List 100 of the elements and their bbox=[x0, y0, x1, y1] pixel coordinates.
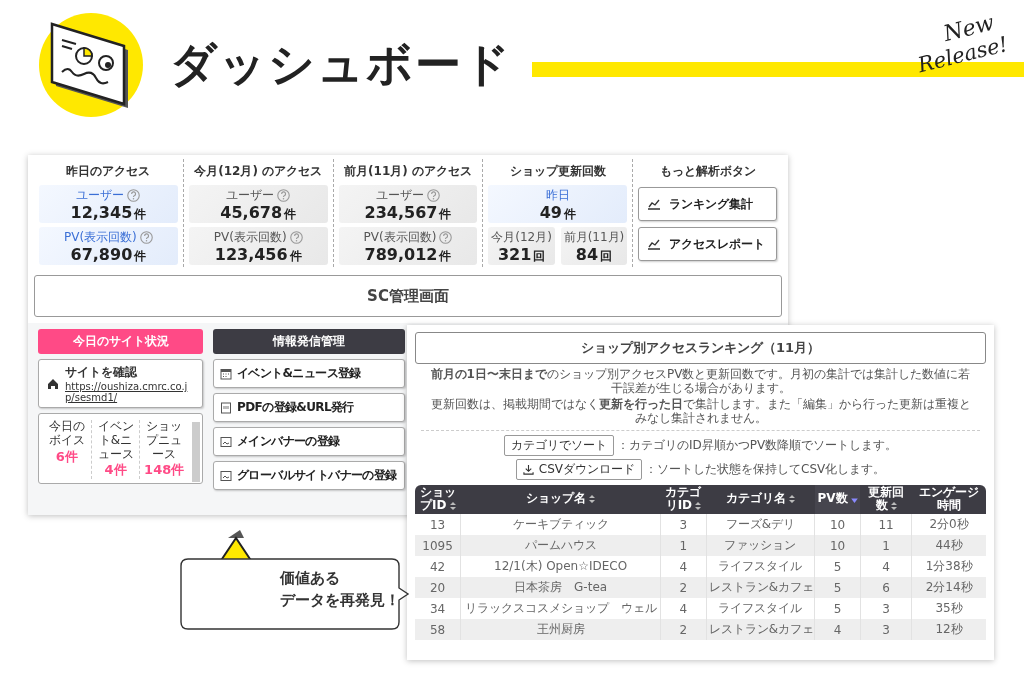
help-icon[interactable] bbox=[127, 188, 141, 202]
count-value: 4件 bbox=[104, 461, 127, 480]
table-cell: パームハウス bbox=[460, 535, 661, 557]
document-icon bbox=[220, 401, 232, 414]
table-cell: 日本茶房 G-tea bbox=[460, 577, 661, 599]
stat-value: 84 回 bbox=[575, 245, 613, 264]
download-icon bbox=[522, 463, 534, 475]
callout-text: データを再発見！ bbox=[280, 589, 400, 611]
menu-button[interactable]: イベント&ニュース登録 bbox=[213, 359, 405, 388]
action-button[interactable]: カテゴリでソート bbox=[503, 434, 614, 456]
table-cell: リラックスコスメショップ ウェル bbox=[460, 598, 661, 620]
help-icon[interactable] bbox=[277, 188, 291, 202]
table-cell: 4 bbox=[660, 598, 707, 620]
table-cell: ケーキブティック bbox=[460, 514, 661, 536]
count-label: イベント&ニュース bbox=[96, 420, 135, 462]
stat-value: 67,890件 bbox=[70, 245, 147, 264]
table-cell: 2分14秒 bbox=[911, 577, 986, 599]
section-header: 今日のサイト状況 bbox=[38, 329, 203, 354]
sort-icon bbox=[695, 500, 702, 511]
section-header: 情報発信管理 bbox=[213, 329, 405, 354]
table-cell: 3 bbox=[860, 619, 912, 641]
table-cell: 2分0秒 bbox=[911, 514, 986, 536]
table-cell: 1 bbox=[860, 535, 912, 557]
column-header[interactable]: ショップID bbox=[415, 484, 461, 515]
sort-icon bbox=[890, 500, 897, 511]
stat-heading: 昨日のアクセス bbox=[66, 163, 151, 180]
column-header[interactable]: エンゲージ時間 bbox=[911, 484, 986, 515]
table-cell: 4 bbox=[660, 556, 707, 578]
note-text: 更新回数は、掲載期間ではなく更新を行った日で集計します。また「編集」から行った更新は重複とみなし集計されません。 bbox=[429, 396, 972, 426]
stat-label: PV(表示回数) bbox=[213, 228, 287, 246]
table-cell: ライフスタイル bbox=[706, 598, 815, 620]
stat-label: ユーザー bbox=[376, 186, 424, 204]
stat-value: 49 件 bbox=[539, 203, 576, 222]
stat-label: ユーザー bbox=[76, 186, 125, 204]
table-cell: 5 bbox=[814, 556, 861, 578]
table-cell: 20 bbox=[415, 577, 461, 599]
chart-icon bbox=[647, 238, 662, 250]
column-header[interactable]: ショップ名 bbox=[460, 484, 661, 515]
stat-label: 今月(12月) bbox=[491, 228, 552, 246]
action-description: ：ソートした状態を保持してCSV化します。 bbox=[645, 460, 886, 478]
table-cell: 12秒 bbox=[911, 619, 986, 641]
stat-value: 12,345件 bbox=[70, 203, 147, 222]
stat-heading: もっと解析ボタン bbox=[659, 163, 756, 180]
stat-heading: ショップ更新回数 bbox=[509, 163, 606, 180]
table-cell: 1分38秒 bbox=[911, 556, 986, 578]
image-icon bbox=[220, 435, 232, 448]
stat-value: 45,678 件 bbox=[220, 203, 297, 222]
stat-label: 昨日 bbox=[545, 186, 570, 204]
home-icon bbox=[47, 377, 59, 390]
stat-label: ユーザー bbox=[226, 186, 275, 204]
note-text: 前月の1日〜末日までのショップ別アクセスPV数と更新回数です。月初の集計では集計した数値に若干誤差が生じる場合があります。 bbox=[429, 367, 972, 396]
table-cell: 10 bbox=[814, 514, 861, 536]
calendar-icon bbox=[220, 367, 232, 380]
table-cell: 13 bbox=[415, 514, 461, 536]
page-title: ダッシュボード bbox=[170, 36, 512, 93]
table-cell: 3 bbox=[860, 598, 912, 620]
table-cell: ファッション bbox=[706, 535, 815, 557]
table-cell: ライフスタイル bbox=[706, 556, 815, 578]
stat-value: 789,012 件 bbox=[364, 245, 452, 264]
help-icon[interactable] bbox=[427, 188, 440, 202]
table-cell: 6 bbox=[860, 577, 912, 599]
sort-icon bbox=[449, 500, 456, 511]
table-cell: 2 bbox=[660, 577, 707, 599]
callout-text: 価値ある bbox=[280, 568, 341, 589]
menu-button[interactable]: メインバナーの登録 bbox=[213, 427, 405, 456]
table-cell: 王州厨房 bbox=[460, 619, 661, 641]
help-icon[interactable] bbox=[139, 230, 153, 244]
stat-label: PV(表示回数) bbox=[363, 228, 437, 246]
action-description: ：カテゴリのID昇順かつPV数降順でソートします。 bbox=[616, 436, 898, 454]
stat-value: 123,456 件 bbox=[214, 245, 302, 264]
analysis-button[interactable]: アクセスレポート bbox=[638, 227, 777, 261]
count-value: 148件 bbox=[144, 461, 185, 480]
table-cell: 4 bbox=[860, 556, 912, 578]
site-label: サイトを確認 bbox=[65, 364, 138, 381]
chart-icon bbox=[647, 198, 662, 210]
table-cell: 1095 bbox=[415, 535, 461, 557]
table-cell: 1 bbox=[660, 535, 707, 557]
column-header[interactable]: カテゴリID bbox=[660, 484, 707, 515]
table-cell: 3 bbox=[660, 514, 707, 536]
analysis-button[interactable]: ランキング集計 bbox=[638, 187, 777, 221]
table-cell: 42 bbox=[415, 556, 461, 578]
column-header[interactable]: 更新回数 bbox=[860, 484, 912, 515]
menu-button[interactable]: グローバルサイトバナーの登録 bbox=[213, 461, 405, 490]
stat-value: 234,567 件 bbox=[364, 203, 452, 222]
table-cell: フーズ&デリ bbox=[706, 514, 815, 536]
table-cell: 4 bbox=[814, 619, 861, 641]
action-button[interactable]: CSVダウンロード bbox=[515, 458, 642, 480]
stat-label: 前月(11月) bbox=[563, 228, 625, 246]
help-icon[interactable] bbox=[289, 230, 303, 244]
table-cell: 10 bbox=[814, 535, 861, 557]
help-icon[interactable] bbox=[439, 230, 453, 244]
table-cell: レストラン&カフェ bbox=[706, 577, 815, 599]
column-header[interactable]: PV数 bbox=[814, 484, 861, 515]
column-header[interactable]: カテゴリ名 bbox=[706, 484, 815, 515]
menu-button[interactable]: PDFの登録&URL発行 bbox=[213, 393, 405, 422]
table-cell: 5 bbox=[814, 598, 861, 620]
site-link[interactable]: https://oushiza.cmrc.co.jp/sesmd1/ bbox=[65, 381, 194, 403]
scrollbar[interactable] bbox=[192, 422, 200, 482]
count-value: 6件 bbox=[55, 447, 78, 466]
table-cell: 35秒 bbox=[911, 598, 986, 620]
